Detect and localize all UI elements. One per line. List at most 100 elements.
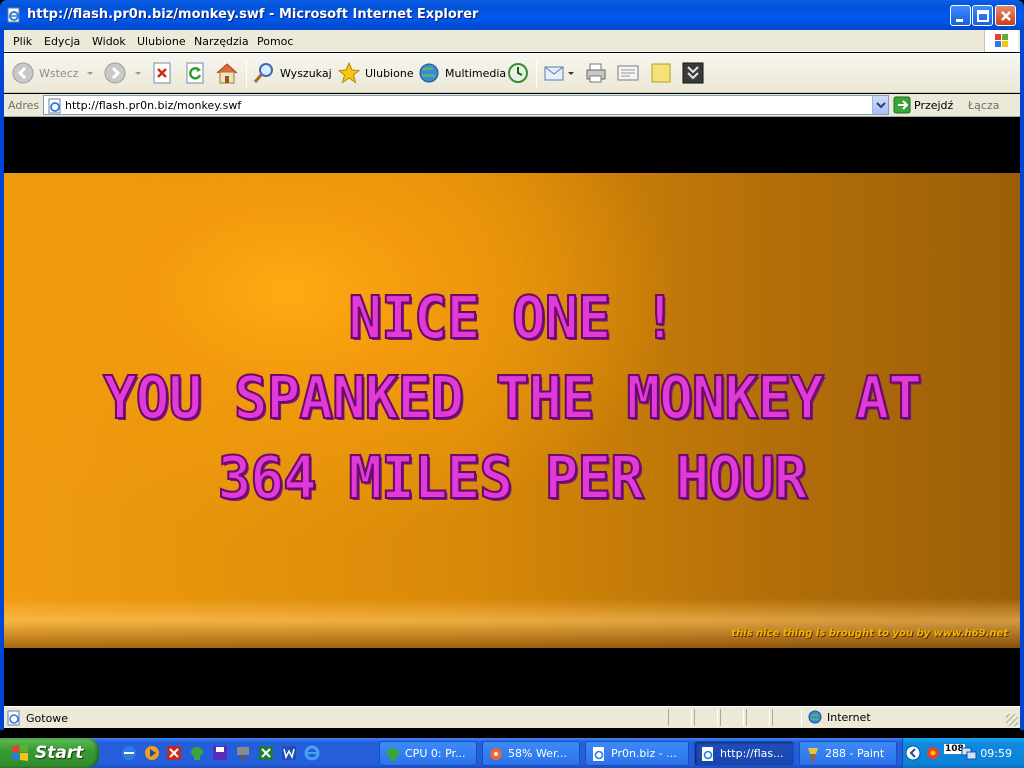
start-button[interactable]: Start [0, 738, 99, 768]
windows-logo-icon [995, 34, 1008, 47]
status-pane [746, 709, 770, 726]
taskbar-item-label: 58% Wer... [508, 747, 567, 760]
status-pane [694, 709, 718, 726]
dropdown-arrow-icon [135, 72, 141, 75]
menu-bar: Plik Edycja Widok Ulubione Narzędzia Pom… [4, 30, 1020, 52]
excel-icon[interactable] [258, 745, 274, 761]
mail-button[interactable] [543, 59, 575, 87]
status-bar: Gotowe Internet [4, 706, 1020, 728]
page-done-icon [7, 710, 20, 726]
message-line-2: YOU SPANKED THE MONKEY AT [102, 364, 923, 433]
favorites-label: Ulubione [365, 66, 414, 80]
menu-favorites[interactable]: Ulubione [137, 35, 186, 48]
windows-flag-logo [984, 30, 1018, 52]
network-tray-icon[interactable] [961, 745, 977, 761]
resize-grip[interactable] [1006, 714, 1018, 726]
research-icon [682, 62, 704, 84]
title-bar[interactable]: http://flash.pr0n.biz/monkey.swf - Micro… [0, 0, 1024, 30]
taskbar-item-label: Pr0n.biz - ... [611, 747, 677, 760]
go-arrow-icon [893, 96, 911, 114]
refresh-icon [186, 62, 204, 84]
favorites-button[interactable]: Ulubione [337, 59, 414, 87]
app-icon[interactable] [166, 745, 182, 761]
media-player-icon[interactable] [144, 745, 160, 761]
system-tray: 108 09:59 [902, 738, 1024, 768]
status-text: Gotowe [26, 711, 69, 725]
flash-content[interactable]: NICE ONE ! YOU SPANKED THE MONKEY AT 364… [4, 118, 1020, 704]
save-disk-icon[interactable] [212, 745, 228, 761]
print-button[interactable] [584, 59, 608, 87]
address-url: http://flash.pr0n.biz/monkey.swf [65, 99, 242, 112]
taskbar-item[interactable]: 58% Wer... [482, 741, 580, 766]
maximize-icon [977, 10, 989, 22]
note-icon [651, 63, 671, 83]
minimize-button[interactable] [950, 5, 971, 26]
stop-icon [153, 62, 171, 84]
taskbar-item-label: http://flas... [720, 747, 784, 760]
ie-icon[interactable] [304, 745, 320, 761]
status-pane [720, 709, 744, 726]
media-label: Multimedia [445, 66, 507, 80]
go-label: Przejdź [914, 98, 954, 112]
address-dropdown-button[interactable] [872, 96, 888, 114]
clock[interactable]: 09:59 [980, 747, 1012, 760]
taskbar-item[interactable]: CPU 0: Pr... [379, 741, 477, 766]
window-title: http://flash.pr0n.biz/monkey.swf - Micro… [27, 7, 479, 22]
credit-link[interactable]: this nice thing is brought to you by www… [731, 628, 1008, 639]
chevron-left-icon[interactable] [905, 745, 921, 761]
start-label: Start [35, 743, 84, 763]
menu-view[interactable]: Widok [92, 35, 126, 48]
word-icon[interactable] [281, 745, 297, 761]
back-label: Wstecz [39, 66, 79, 80]
taskbar-item[interactable]: Pr0n.biz - ... [585, 741, 689, 766]
history-button[interactable] [506, 59, 530, 87]
security-zone: Internet [808, 710, 871, 724]
research-button[interactable] [681, 59, 705, 87]
media-button[interactable]: Multimedia [417, 59, 506, 87]
star-icon [337, 61, 361, 84]
menu-file[interactable]: Plik [13, 35, 32, 48]
ie-page-icon [593, 746, 604, 761]
search-button[interactable]: Wyszukaj [252, 59, 332, 87]
message-line-3: 364 MILES PER HOUR [217, 444, 809, 513]
status-pane [668, 709, 692, 726]
close-button[interactable] [995, 5, 1016, 26]
address-input[interactable]: http://flash.pr0n.biz/monkey.swf [43, 95, 889, 115]
minimize-icon [956, 19, 963, 22]
taskbar-item-active[interactable]: http://flas... [694, 741, 794, 766]
go-button[interactable]: Przejdź [893, 95, 953, 115]
gear-tray-icon[interactable] [925, 745, 941, 761]
status-text-area: Gotowe [6, 710, 68, 726]
links-toolbar-label[interactable]: Łącza [968, 99, 1000, 112]
discuss-button[interactable] [649, 59, 673, 87]
menu-tools[interactable]: Narzędzia [194, 35, 249, 48]
paint-icon [808, 747, 818, 761]
alien-icon[interactable] [189, 745, 205, 761]
network-icon[interactable] [235, 745, 251, 761]
taskbar: Start CPU 0: Pr... 58% Wer... Pr0n.biz -… [0, 738, 1024, 768]
search-icon [253, 63, 273, 83]
address-label: Adres [8, 99, 40, 112]
back-arrow-icon [12, 62, 34, 84]
menu-edit[interactable]: Edycja [44, 35, 80, 48]
home-button[interactable] [214, 59, 240, 87]
edit-page-icon [617, 65, 639, 81]
forward-button[interactable] [103, 59, 143, 87]
alien-icon [387, 747, 399, 761]
maximize-button[interactable] [972, 5, 993, 26]
taskbar-item[interactable]: 288 - Paint [799, 741, 897, 766]
ie-quicklaunch-icon[interactable] [121, 745, 137, 761]
forward-arrow-icon [104, 62, 126, 84]
back-button[interactable]: Wstecz [11, 59, 95, 87]
refresh-button[interactable] [185, 59, 207, 87]
home-icon [216, 63, 238, 84]
standard-toolbar: Wstecz Wyszukaj Ulubione Multimedia [4, 53, 1020, 93]
stop-button[interactable] [152, 59, 174, 87]
ie-page-icon [702, 746, 713, 761]
menu-help[interactable]: Pomoc [257, 35, 293, 48]
cd-burner-icon [490, 747, 502, 760]
edit-button[interactable] [616, 59, 640, 87]
printer-icon [586, 63, 606, 83]
dropdown-arrow-icon [86, 72, 93, 75]
flash-stage: NICE ONE ! YOU SPANKED THE MONKEY AT 364… [4, 173, 1020, 648]
